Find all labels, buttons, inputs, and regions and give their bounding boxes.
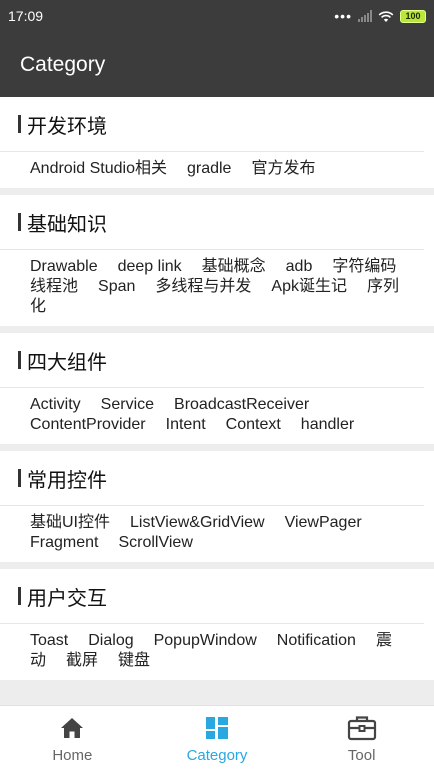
- tag-link[interactable]: gradle: [187, 159, 231, 179]
- tag-link[interactable]: Drawable: [30, 257, 98, 277]
- section-marker: [18, 587, 21, 605]
- nav-category-label: Category: [186, 747, 248, 764]
- signal-icon: [358, 10, 372, 22]
- app-bar: Category: [0, 32, 434, 97]
- section-title: 开发环境: [27, 115, 107, 138]
- tag-link[interactable]: 化: [30, 297, 46, 317]
- tag-link[interactable]: 官方发布: [251, 159, 315, 179]
- nav-tool-label: Tool: [347, 747, 376, 764]
- section-marker: [18, 351, 21, 369]
- tag-link[interactable]: 震: [376, 631, 392, 651]
- tag-link[interactable]: adb: [286, 257, 313, 277]
- tag-link[interactable]: handler: [301, 415, 354, 435]
- tag-link[interactable]: 线程池: [30, 277, 78, 297]
- tag-link[interactable]: 字符编码: [332, 257, 396, 277]
- section-marker: [18, 115, 21, 133]
- section-header: 四大组件: [0, 333, 424, 388]
- tag-link[interactable]: BroadcastReceiver: [174, 395, 309, 415]
- section-marker: [18, 213, 21, 231]
- section-card: 四大组件 Activity Service BroadcastReceiver …: [0, 333, 434, 444]
- tag-link[interactable]: 基础UI控件: [30, 513, 110, 533]
- section-header: 开发环境: [0, 97, 424, 152]
- wifi-icon: [378, 10, 394, 23]
- status-bar: 17:09 ••• 100: [0, 0, 434, 32]
- section-card: 基础知识 Drawable deep link 基础概念 adb 字符编码 线程…: [0, 195, 434, 326]
- section-header: 基础知识: [0, 195, 424, 250]
- tag-link[interactable]: 键盘: [118, 651, 150, 671]
- tag-link[interactable]: Intent: [166, 415, 206, 435]
- tag-link[interactable]: ListView&GridView: [130, 513, 265, 533]
- tag-list: Android Studio相关 gradle 官方发布: [0, 152, 434, 188]
- tag-link[interactable]: Activity: [30, 395, 81, 415]
- tag-link[interactable]: Fragment: [30, 533, 98, 553]
- tag-link[interactable]: ContentProvider: [30, 415, 146, 435]
- nav-home[interactable]: Home: [0, 706, 145, 770]
- section-card: 用户交互 Toast Dialog PopupWindow Notificati…: [0, 569, 434, 680]
- section-title: 用户交互: [27, 587, 107, 610]
- status-time: 17:09: [8, 8, 44, 24]
- tag-link[interactable]: PopupWindow: [154, 631, 257, 651]
- tag-list: Activity Service BroadcastReceiver Conte…: [0, 388, 434, 444]
- section-header: 常用控件: [0, 451, 424, 506]
- nav-tool[interactable]: Tool: [289, 706, 434, 770]
- tag-link[interactable]: Notification: [277, 631, 356, 651]
- tag-link[interactable]: ScrollView: [118, 533, 192, 553]
- tag-list: Toast Dialog PopupWindow Notification 震 …: [0, 624, 434, 680]
- tag-link[interactable]: Toast: [30, 631, 68, 651]
- section-title: 四大组件: [27, 351, 107, 374]
- section-marker: [18, 469, 21, 487]
- section-card: 开发环境 Android Studio相关 gradle 官方发布: [0, 97, 434, 188]
- category-icon: [205, 713, 229, 743]
- section-header: 用户交互: [0, 569, 424, 624]
- more-dots-icon: •••: [334, 8, 352, 24]
- bottom-navigation: Home Category Tool: [0, 705, 434, 770]
- tag-link[interactable]: deep link: [118, 257, 182, 277]
- section-card: 常用控件 基础UI控件 ListView&GridView ViewPager …: [0, 451, 434, 562]
- home-icon: [59, 713, 85, 743]
- tag-list: 基础UI控件 ListView&GridView ViewPager Fragm…: [0, 506, 434, 562]
- section-title: 常用控件: [27, 469, 107, 492]
- tag-list: Drawable deep link 基础概念 adb 字符编码 线程池 Spa…: [0, 250, 434, 326]
- tag-link[interactable]: 动: [30, 651, 46, 671]
- tag-link[interactable]: Service: [101, 395, 154, 415]
- toolbox-icon: [347, 713, 377, 743]
- tag-link[interactable]: 序列: [367, 277, 399, 297]
- nav-category[interactable]: Category: [145, 706, 290, 770]
- section-title: 基础知识: [27, 213, 107, 236]
- tag-link[interactable]: Android Studio相关: [30, 159, 167, 179]
- tag-link[interactable]: 截屏: [66, 651, 98, 671]
- tag-link[interactable]: Apk诞生记: [271, 277, 347, 297]
- tag-link[interactable]: Span: [98, 277, 135, 297]
- tag-link[interactable]: 多线程与并发: [155, 277, 251, 297]
- status-icons: ••• 100: [334, 9, 426, 23]
- page-title: Category: [20, 52, 106, 76]
- battery-icon: 100: [400, 9, 426, 23]
- nav-home-label: Home: [52, 747, 93, 764]
- tag-link[interactable]: 基础概念: [202, 257, 266, 277]
- tag-link[interactable]: Dialog: [88, 631, 133, 651]
- tag-link[interactable]: Context: [226, 415, 281, 435]
- tag-link[interactable]: ViewPager: [285, 513, 362, 533]
- category-list[interactable]: 开发环境 Android Studio相关 gradle 官方发布 基础知识 D…: [0, 97, 434, 705]
